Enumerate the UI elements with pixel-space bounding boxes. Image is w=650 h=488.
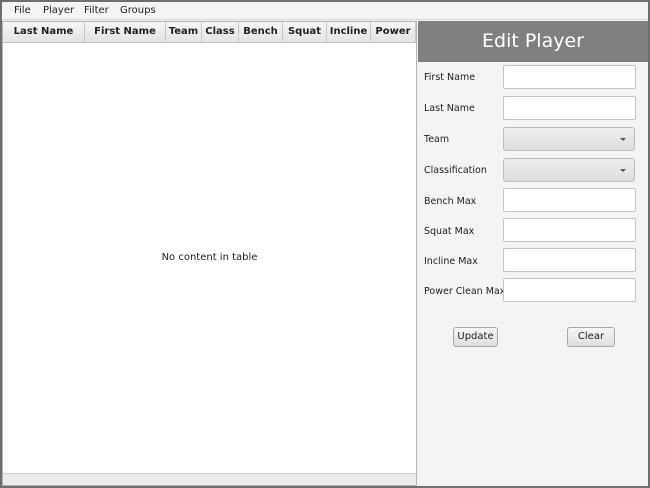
column-power[interactable]: Power — [371, 22, 416, 42]
column-class[interactable]: Class — [202, 22, 239, 42]
power-clean-max-label: Power Clean Max — [424, 286, 506, 297]
last-name-input[interactable] — [503, 96, 636, 120]
menu-file[interactable]: File — [14, 5, 31, 16]
horizontal-scrollbar[interactable] — [3, 473, 416, 485]
classification-select[interactable] — [503, 158, 635, 182]
column-bench[interactable]: Bench — [239, 22, 283, 42]
players-table[interactable]: Last Name First Name Team Class Bench Sq… — [2, 21, 417, 486]
clear-button[interactable]: Clear — [567, 327, 615, 347]
power-clean-max-input[interactable] — [503, 278, 636, 302]
dropdown-arrow-icon — [620, 169, 626, 172]
first-name-input[interactable] — [503, 65, 636, 89]
squat-max-input[interactable] — [503, 218, 636, 242]
menu-player[interactable]: Player — [43, 5, 74, 16]
edit-player-panel: Edit Player First Name Last Name Team Cl… — [418, 21, 648, 486]
column-first-name[interactable]: First Name — [85, 22, 166, 42]
column-incline[interactable]: Incline — [327, 22, 371, 42]
menu-filter[interactable]: Filter — [84, 5, 109, 16]
table-header: Last Name First Name Team Class Bench Sq… — [3, 22, 416, 43]
update-button[interactable]: Update — [453, 327, 498, 347]
column-squat[interactable]: Squat — [283, 22, 327, 42]
team-label: Team — [424, 134, 450, 145]
team-select[interactable] — [503, 127, 635, 151]
column-team[interactable]: Team — [166, 22, 202, 42]
menu-groups[interactable]: Groups — [120, 5, 156, 16]
incline-max-input[interactable] — [503, 248, 636, 272]
incline-max-label: Incline Max — [424, 256, 478, 267]
first-name-label: First Name — [424, 72, 476, 83]
bench-max-label: Bench Max — [424, 196, 477, 207]
squat-max-label: Squat Max — [424, 226, 475, 237]
column-last-name[interactable]: Last Name — [3, 22, 85, 42]
menu-bar: File Player Filter Groups — [2, 2, 648, 20]
dropdown-arrow-icon — [620, 138, 626, 141]
last-name-label: Last Name — [424, 103, 475, 114]
bench-max-input[interactable] — [503, 188, 636, 212]
classification-label: Classification — [424, 165, 487, 176]
empty-table-message: No content in table — [161, 252, 258, 263]
app-window: File Player Filter Groups Last Name Firs… — [2, 2, 648, 486]
panel-title: Edit Player — [418, 21, 648, 62]
